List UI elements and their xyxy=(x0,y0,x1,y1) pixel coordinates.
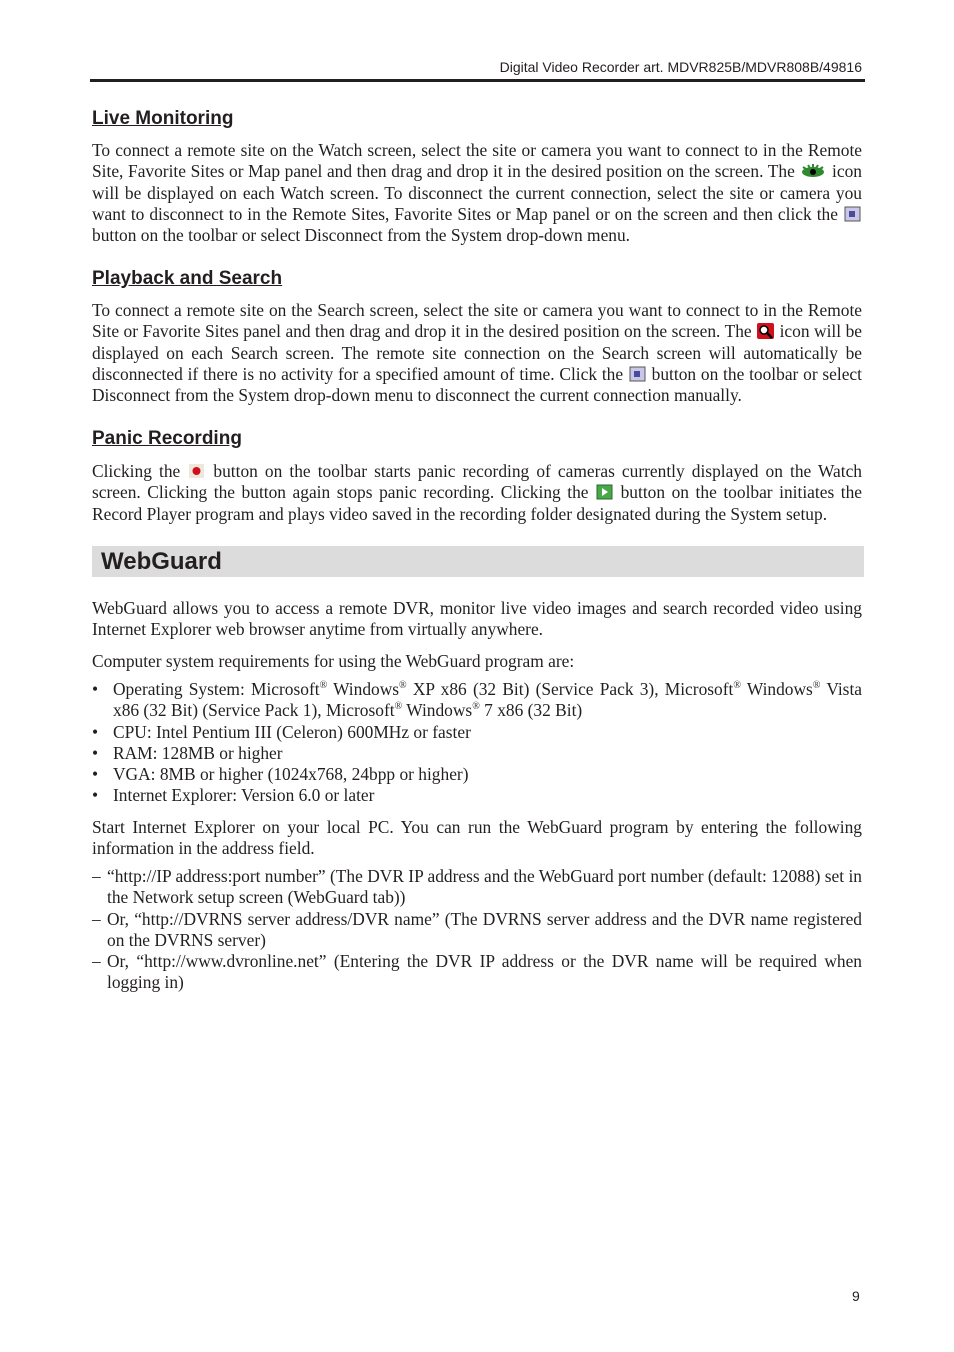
webguard-intro: WebGuard allows you to access a remote D… xyxy=(92,598,862,640)
page-number: 9 xyxy=(852,1288,860,1304)
connected-eye-icon xyxy=(802,164,825,178)
disconnect-icon xyxy=(844,206,861,222)
requirements-list: Operating System: Microsoft® Windows® XP… xyxy=(92,679,862,807)
requirements-intro: Computer system requirements for using t… xyxy=(92,651,575,671)
section-banner: WebGuard xyxy=(92,546,864,577)
list-item: Or, “http://DVRNS server address/DVR nam… xyxy=(92,909,862,952)
list-item: VGA: 8MB or higher (1024x768, 24bpp or h… xyxy=(92,764,862,786)
text: button on the toolbar or select Disconne… xyxy=(92,225,631,246)
panic-record-icon xyxy=(189,464,205,478)
list-item: Operating System: Microsoft® Windows® XP… xyxy=(92,679,862,722)
playback-paragraph: To connect a remote site on the Search s… xyxy=(92,300,862,406)
heading-webguard: WebGuard xyxy=(101,548,222,575)
start-paragraph: Start Internet Explorer on your local PC… xyxy=(92,817,862,859)
running-header: Digital Video Recorder art. MDVR825B/MDV… xyxy=(499,59,862,75)
list-item: CPU: Intel Pentium III (Celeron) 600MHz … xyxy=(92,722,862,744)
list-item: “http://IP address:port number” (The DVR… xyxy=(92,866,862,909)
search-connected-icon xyxy=(757,323,775,340)
live-monitoring-paragraph: To connect a remote site on the Watch sc… xyxy=(92,140,862,246)
text: Clicking the xyxy=(92,461,188,481)
heading-panic-recording: Panic Recording xyxy=(92,428,242,449)
disconnect-icon xyxy=(629,366,646,382)
list-item: Or, “http://www.dvronline.net” (Entering… xyxy=(92,951,862,994)
text: To connect a remote site on the Search s… xyxy=(92,300,862,342)
text: To connect a remote site on the Watch sc… xyxy=(92,140,862,182)
panic-paragraph: Clicking the button on the toolbar start… xyxy=(92,461,862,525)
list-item: Internet Explorer: Version 6.0 or later xyxy=(92,785,862,807)
record-player-icon xyxy=(596,484,613,500)
heading-playback-search: Playback and Search xyxy=(92,268,283,289)
address-list: “http://IP address:port number” (The DVR… xyxy=(92,866,862,994)
header-rule xyxy=(90,79,865,82)
heading-live-monitoring: Live Monitoring xyxy=(92,108,234,129)
list-item: RAM: 128MB or higher xyxy=(92,743,862,765)
document-page: Digital Video Recorder art. MDVR825B/MDV… xyxy=(0,0,954,1352)
